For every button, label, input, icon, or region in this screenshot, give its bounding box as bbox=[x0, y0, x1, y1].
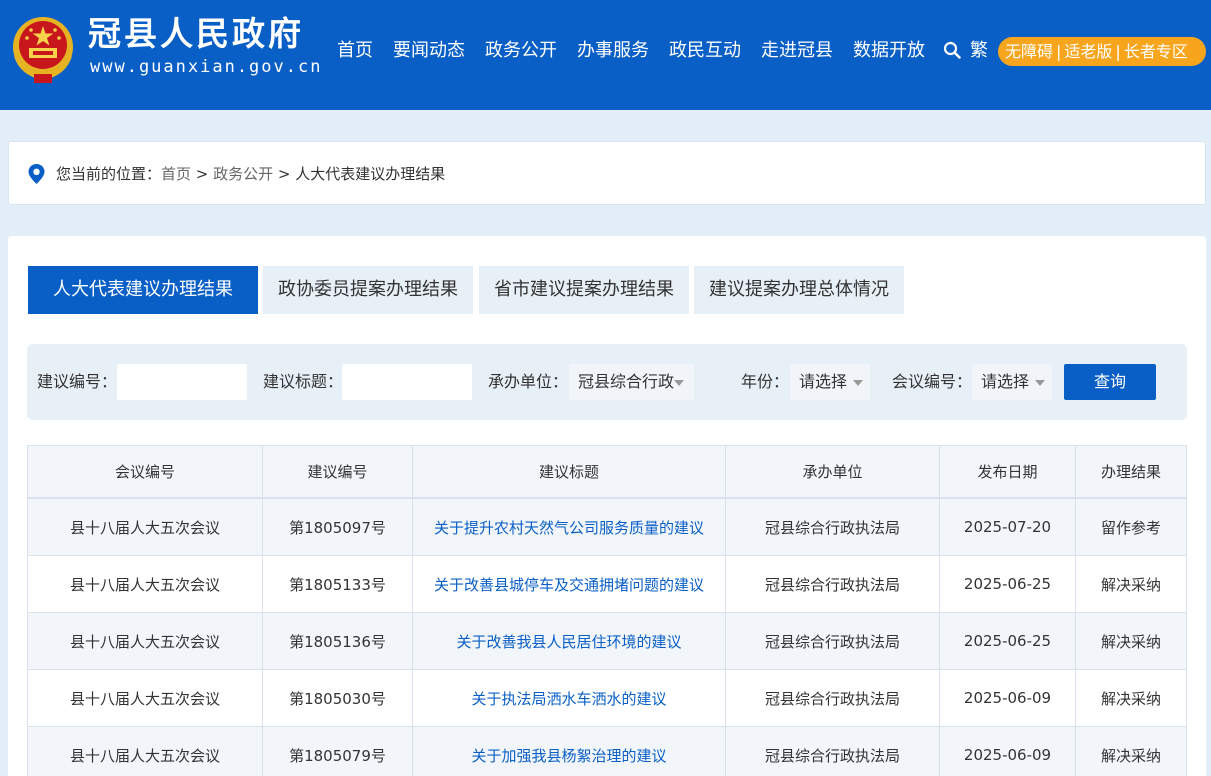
header-meeting-no: 会议编号 bbox=[28, 446, 263, 497]
table-row: 县十八届人大五次会议 第1805030号 关于执法局洒水车洒水的建议 冠县综合行… bbox=[28, 670, 1187, 727]
cell-unit: 冠县综合行政执法局 bbox=[726, 613, 940, 670]
query-button[interactable]: 查询 bbox=[1064, 364, 1156, 400]
cell-unit: 冠县综合行政执法局 bbox=[726, 670, 940, 727]
accessibility-link[interactable]: 无障碍 bbox=[1005, 42, 1053, 61]
cell-date: 2025-06-09 bbox=[940, 727, 1076, 776]
nav-services[interactable]: 办事服务 bbox=[577, 36, 649, 66]
proposal-no-label: 建议编号： bbox=[37, 372, 118, 391]
divider: | bbox=[1115, 42, 1121, 61]
cell-title-link[interactable]: 关于提升农村天然气公司服务质量的建议 bbox=[413, 499, 726, 556]
cell-proposal-no: 第1805097号 bbox=[263, 499, 413, 556]
results-table: 会议编号 建议编号 建议标题 承办单位 发布日期 办理结果 县十八届人大五次会议… bbox=[27, 445, 1187, 776]
nav-home[interactable]: 首页 bbox=[337, 36, 373, 66]
unit-select[interactable]: 冠县综合行政 bbox=[569, 364, 694, 400]
nav-about[interactable]: 走进冠县 bbox=[761, 36, 833, 66]
cell-meeting-no: 县十八届人大五次会议 bbox=[28, 613, 263, 670]
cell-proposal-no: 第1805133号 bbox=[263, 556, 413, 613]
breadcrumb-gov-affairs[interactable]: 政务公开 bbox=[213, 165, 273, 183]
accessibility-bar: 无障碍 | 适老版 | 长者专区 bbox=[998, 37, 1206, 66]
cell-title-link[interactable]: 关于执法局洒水车洒水的建议 bbox=[413, 670, 726, 727]
table-row: 县十八届人大五次会议 第1805079号 关于加强我县杨絮治理的建议 冠县综合行… bbox=[28, 727, 1187, 776]
cell-proposal-no: 第1805136号 bbox=[263, 613, 413, 670]
content-panel: 人大代表建议办理结果 政协委员提案办理结果 省市建议提案办理结果 建议提案办理总… bbox=[8, 236, 1206, 776]
cell-meeting-no: 县十八届人大五次会议 bbox=[28, 556, 263, 613]
table-header-row: 会议编号 建议编号 建议标题 承办单位 发布日期 办理结果 bbox=[28, 446, 1187, 499]
proposal-no-input[interactable] bbox=[117, 364, 247, 400]
filter-bar: 建议编号： 建议标题： 承办单位： 冠县综合行政 年份： 请选择 会议编号： 请… bbox=[27, 344, 1187, 420]
cell-title-link[interactable]: 关于改善县城停车及交通拥堵问题的建议 bbox=[413, 556, 726, 613]
nav-open-data[interactable]: 数据开放 bbox=[853, 36, 925, 66]
year-select[interactable]: 请选择 bbox=[790, 364, 870, 400]
title-label: 建议标题： bbox=[263, 372, 344, 391]
cell-unit: 冠县综合行政执法局 bbox=[726, 556, 940, 613]
header-title: 建议标题 bbox=[413, 446, 726, 497]
table-row: 县十八届人大五次会议 第1805136号 关于改善我县人民居住环境的建议 冠县综… bbox=[28, 613, 1187, 670]
year-select-value: 请选择 bbox=[799, 372, 848, 391]
cell-proposal-no: 第1805079号 bbox=[263, 727, 413, 776]
breadcrumb-separator: > bbox=[273, 165, 296, 183]
cell-result: 解决采纳 bbox=[1076, 727, 1187, 776]
breadcrumb-current: 人大代表建议办理结果 bbox=[295, 165, 446, 183]
meeting-select[interactable]: 请选择 bbox=[972, 364, 1052, 400]
cell-meeting-no: 县十八届人大五次会议 bbox=[28, 727, 263, 776]
traditional-chinese-toggle[interactable]: 繁 bbox=[970, 36, 988, 66]
national-emblem-icon bbox=[13, 17, 73, 83]
cell-meeting-no: 县十八届人大五次会议 bbox=[28, 670, 263, 727]
cell-title-link[interactable]: 关于改善我县人民居住环境的建议 bbox=[413, 613, 726, 670]
table-row: 县十八届人大五次会议 第1805133号 关于改善县城停车及交通拥堵问题的建议 … bbox=[28, 556, 1187, 613]
search-icon[interactable] bbox=[943, 41, 961, 59]
site-name: 冠县人民政府 bbox=[88, 14, 304, 53]
cell-date: 2025-06-25 bbox=[940, 556, 1076, 613]
tab-provincial-results[interactable]: 省市建议提案办理结果 bbox=[479, 266, 689, 314]
header-result: 办理结果 bbox=[1076, 446, 1187, 497]
caret-down-icon bbox=[1035, 380, 1045, 386]
breadcrumb-home[interactable]: 首页 bbox=[161, 165, 191, 183]
caret-down-icon bbox=[853, 380, 863, 386]
breadcrumb: 您当前的位置：首页 > 政务公开 > 人大代表建议办理结果 bbox=[56, 162, 445, 186]
cell-title-link[interactable]: 关于加强我县杨絮治理的建议 bbox=[413, 727, 726, 776]
breadcrumb-prefix: 您当前的位置： bbox=[56, 165, 162, 183]
cell-meeting-no: 县十八届人大五次会议 bbox=[28, 499, 263, 556]
cell-result: 留作参考 bbox=[1076, 499, 1187, 556]
tab-npc-results[interactable]: 人大代表建议办理结果 bbox=[28, 266, 258, 314]
senior-zone-link[interactable]: 长者专区 bbox=[1124, 42, 1188, 61]
cell-result: 解决采纳 bbox=[1076, 670, 1187, 727]
cell-unit: 冠县综合行政执法局 bbox=[726, 727, 940, 776]
unit-label: 承办单位： bbox=[488, 372, 569, 391]
cell-date: 2025-06-09 bbox=[940, 670, 1076, 727]
header-date: 发布日期 bbox=[940, 446, 1076, 497]
nav-interaction[interactable]: 政民互动 bbox=[669, 36, 741, 66]
site-header: 冠县人民政府 www.guanxian.gov.cn 首页 要闻动态 政务公开 … bbox=[0, 0, 1211, 110]
cell-result: 解决采纳 bbox=[1076, 613, 1187, 670]
caret-down-icon bbox=[674, 380, 684, 386]
nav-news[interactable]: 要闻动态 bbox=[393, 36, 465, 66]
meeting-label: 会议编号： bbox=[892, 372, 973, 391]
site-url: www.guanxian.gov.cn bbox=[90, 57, 323, 77]
cell-result: 解决采纳 bbox=[1076, 556, 1187, 613]
cell-date: 2025-07-20 bbox=[940, 499, 1076, 556]
year-label: 年份： bbox=[741, 372, 790, 391]
unit-select-value: 冠县综合行政 bbox=[578, 372, 675, 391]
elderly-version-link[interactable]: 适老版 bbox=[1064, 42, 1112, 61]
meeting-select-value: 请选择 bbox=[981, 372, 1030, 391]
cell-proposal-no: 第1805030号 bbox=[263, 670, 413, 727]
tab-cppcc-results[interactable]: 政协委员提案办理结果 bbox=[263, 266, 473, 314]
divider: | bbox=[1056, 42, 1062, 61]
title-input[interactable] bbox=[342, 364, 472, 400]
breadcrumb-bar: 您当前的位置：首页 > 政务公开 > 人大代表建议办理结果 bbox=[8, 141, 1206, 205]
table-row: 县十八届人大五次会议 第1805097号 关于提升农村天然气公司服务质量的建议 … bbox=[28, 499, 1187, 556]
breadcrumb-separator: > bbox=[191, 165, 214, 183]
cell-date: 2025-06-25 bbox=[940, 613, 1076, 670]
header-proposal-no: 建议编号 bbox=[263, 446, 413, 497]
header-unit: 承办单位 bbox=[726, 446, 940, 497]
cell-unit: 冠县综合行政执法局 bbox=[726, 499, 940, 556]
nav-gov-affairs[interactable]: 政务公开 bbox=[485, 36, 557, 66]
location-pin-icon bbox=[28, 164, 45, 184]
tab-overall-status[interactable]: 建议提案办理总体情况 bbox=[694, 266, 904, 314]
